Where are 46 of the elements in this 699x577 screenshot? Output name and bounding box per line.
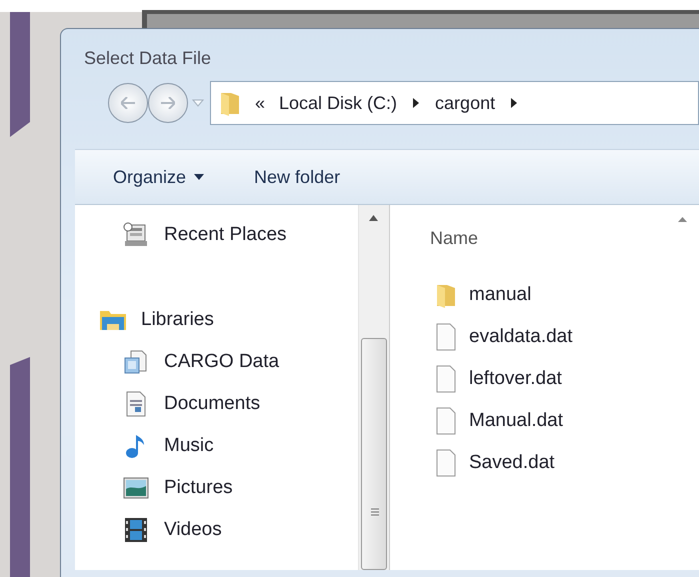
grip-icon bbox=[371, 508, 379, 516]
file-name[interactable]: Saved.dat bbox=[469, 452, 555, 474]
document-icon bbox=[124, 391, 148, 417]
column-header[interactable]: Name bbox=[430, 228, 478, 248]
organize-menu[interactable]: Organize bbox=[113, 162, 204, 192]
music-note-icon bbox=[125, 433, 147, 459]
file-icon bbox=[435, 365, 457, 393]
folder-icon bbox=[435, 282, 457, 308]
nav-item[interactable]: Videos bbox=[164, 519, 222, 541]
breadcrumb[interactable]: Local Disk (C:) bbox=[279, 92, 398, 114]
nav-item[interactable]: Libraries bbox=[141, 309, 214, 331]
nav-item[interactable]: CARGO Data bbox=[164, 351, 280, 373]
dropdown-icon[interactable] bbox=[192, 99, 204, 107]
sort-arrow-icon bbox=[678, 217, 687, 222]
back-button[interactable] bbox=[108, 83, 148, 123]
toolbar-button[interactable]: New folder bbox=[254, 162, 340, 192]
file-name[interactable]: Manual.dat bbox=[469, 410, 564, 432]
nav-item[interactable]: Music bbox=[164, 435, 214, 457]
window-title: Select Data File bbox=[84, 48, 212, 68]
breadcrumb-arrow-icon[interactable] bbox=[511, 98, 518, 108]
pictures-icon bbox=[123, 477, 149, 499]
library-folder-icon bbox=[99, 308, 127, 332]
nav-item[interactable]: Documents bbox=[164, 393, 260, 415]
breadcrumb[interactable]: cargont bbox=[435, 92, 496, 114]
library-icon bbox=[123, 349, 149, 375]
file-icon bbox=[435, 407, 457, 435]
nav-item[interactable]: Recent Places bbox=[164, 224, 287, 246]
scrollbar-thumb[interactable] bbox=[361, 338, 387, 570]
breadcrumb-arrow-icon[interactable] bbox=[413, 98, 420, 108]
forward-arrow-icon bbox=[161, 97, 175, 109]
file-name[interactable]: evaldata.dat bbox=[469, 326, 573, 348]
caret-icon bbox=[194, 174, 204, 180]
scroll-up-icon[interactable] bbox=[369, 215, 378, 221]
forward-button[interactable] bbox=[148, 83, 188, 123]
overflow-chevron[interactable]: « bbox=[255, 92, 266, 114]
file-name[interactable]: leftover.dat bbox=[469, 368, 562, 390]
address-bar[interactable]: « Local Disk (C:) cargont bbox=[210, 81, 699, 125]
file-icon bbox=[435, 449, 457, 477]
file-name[interactable]: manual bbox=[469, 284, 532, 306]
nav-item[interactable]: Pictures bbox=[164, 477, 233, 499]
file-icon bbox=[435, 323, 457, 351]
film-icon bbox=[124, 517, 148, 543]
recent-places-icon bbox=[123, 222, 149, 248]
scrollbar[interactable] bbox=[358, 205, 390, 570]
folder-icon bbox=[219, 90, 241, 116]
back-arrow-icon bbox=[121, 97, 135, 109]
